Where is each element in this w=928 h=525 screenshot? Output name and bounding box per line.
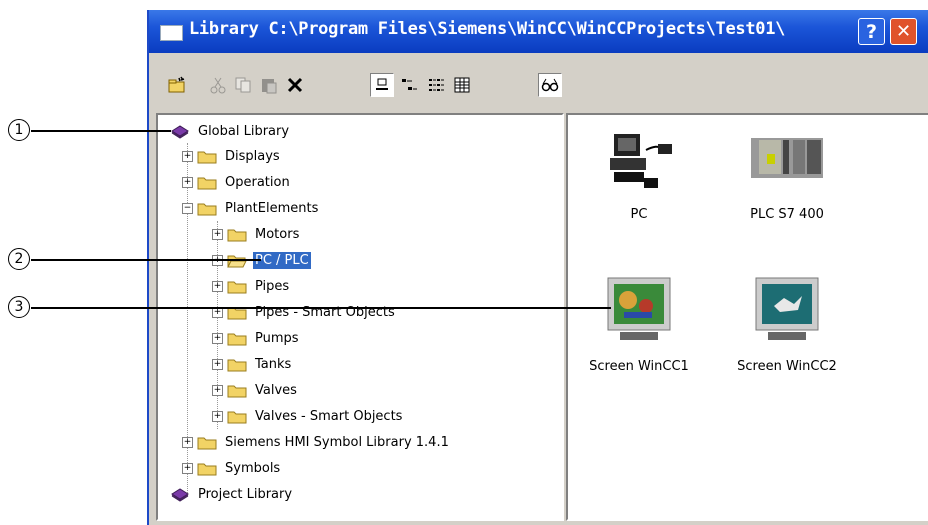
object-plc-s7-400[interactable]: PLC S7 400 [727, 123, 847, 222]
library-tree[interactable]: Global Library + Displays + Operation − … [156, 113, 564, 521]
folder-icon [227, 281, 247, 293]
tree-item-motors[interactable]: + Motors [212, 223, 301, 245]
screen-icon [607, 277, 671, 340]
plc-icon [751, 138, 823, 178]
title-bar[interactable]: Library C:\Program Files\Siemens\WinCC\W… [149, 10, 928, 53]
object-screen-wincc2[interactable]: Screen WinCC2 [727, 275, 847, 374]
list-icon[interactable] [424, 73, 448, 97]
tree-item-pipes[interactable]: + Pipes [212, 275, 291, 297]
tree-item-valves-smart-objects[interactable]: + Valves - Smart Objects [212, 405, 404, 427]
object-pc[interactable]: PC [579, 123, 699, 222]
expand-icon[interactable]: + [182, 436, 193, 448]
close-button[interactable]: ✕ [890, 18, 917, 45]
tree-item-tanks[interactable]: + Tanks [212, 353, 293, 375]
object-label: Screen WinCC2 [737, 359, 837, 374]
folder-icon [227, 359, 247, 371]
expand-icon[interactable]: + [212, 384, 223, 396]
tree-item-siemens-hmi-symbol-library[interactable]: + Siemens HMI Symbol Library 1.4.1 [182, 431, 451, 453]
tree-item-operation[interactable]: + Operation [182, 171, 292, 193]
folder-icon [197, 151, 217, 163]
large-icons-icon[interactable] [370, 73, 394, 97]
new-folder-icon[interactable] [165, 73, 189, 97]
expand-icon[interactable]: + [212, 228, 223, 240]
expand-icon[interactable]: + [212, 332, 223, 344]
tree-item-displays[interactable]: + Displays [182, 145, 282, 167]
cut-icon[interactable] [206, 73, 230, 97]
paste-icon[interactable] [257, 73, 281, 97]
folder-icon [227, 229, 247, 241]
folder-icon [227, 333, 247, 345]
collapse-icon[interactable]: − [182, 202, 193, 214]
help-button[interactable]: ? [858, 18, 885, 45]
object-label: PC [630, 207, 648, 222]
folder-icon [227, 411, 247, 423]
expand-icon[interactable]: + [182, 176, 193, 188]
copy-icon[interactable] [231, 73, 255, 97]
expand-icon[interactable]: + [212, 280, 223, 292]
tree-item-pipes-smart-objects[interactable]: + Pipes - Smart Objects [212, 301, 397, 323]
window-title: Library C:\Program Files\Siemens\WinCC\W… [189, 19, 786, 39]
expand-icon[interactable]: + [212, 358, 223, 370]
preview-icon[interactable] [538, 73, 562, 97]
object-view[interactable]: PC PLC S7 400 Screen WinCC1 Screen WinCC… [566, 113, 928, 521]
callout-3: 3 [8, 296, 30, 318]
expand-icon[interactable]: + [182, 462, 193, 474]
tree-item-pumps[interactable]: + Pumps [212, 327, 301, 349]
folder-icon [197, 437, 217, 449]
screen-icon [755, 277, 819, 340]
tree-item-valves[interactable]: + Valves [212, 379, 299, 401]
folder-icon [197, 203, 217, 215]
object-label: Screen WinCC1 [589, 359, 689, 374]
callout-1: 1 [8, 119, 30, 141]
book-icon [171, 124, 189, 139]
small-icons-icon[interactable] [397, 73, 421, 97]
tree-item-symbols[interactable]: + Symbols [182, 457, 282, 479]
callout-line-1 [31, 130, 171, 132]
folder-icon [197, 177, 217, 189]
tree-item-global-library[interactable]: Global Library [170, 120, 291, 142]
folder-icon [227, 385, 247, 397]
callout-2: 2 [8, 248, 30, 270]
window-icon [160, 25, 183, 41]
library-window: Library C:\Program Files\Siemens\WinCC\W… [147, 10, 928, 525]
expand-icon[interactable]: + [212, 410, 223, 422]
pc-icon [610, 134, 672, 188]
delete-icon[interactable] [283, 73, 307, 97]
toolbar [149, 53, 928, 113]
callout-line-3 [31, 307, 611, 309]
callout-line-2 [31, 259, 261, 261]
expand-icon[interactable]: + [182, 150, 193, 162]
book-icon [171, 487, 189, 502]
tree-item-plantelements[interactable]: − PlantElements [182, 197, 320, 219]
details-icon[interactable] [450, 73, 474, 97]
object-label: PLC S7 400 [750, 207, 824, 222]
folder-icon [197, 463, 217, 475]
object-screen-wincc1[interactable]: Screen WinCC1 [579, 275, 699, 374]
tree-item-project-library[interactable]: Project Library [170, 483, 294, 505]
